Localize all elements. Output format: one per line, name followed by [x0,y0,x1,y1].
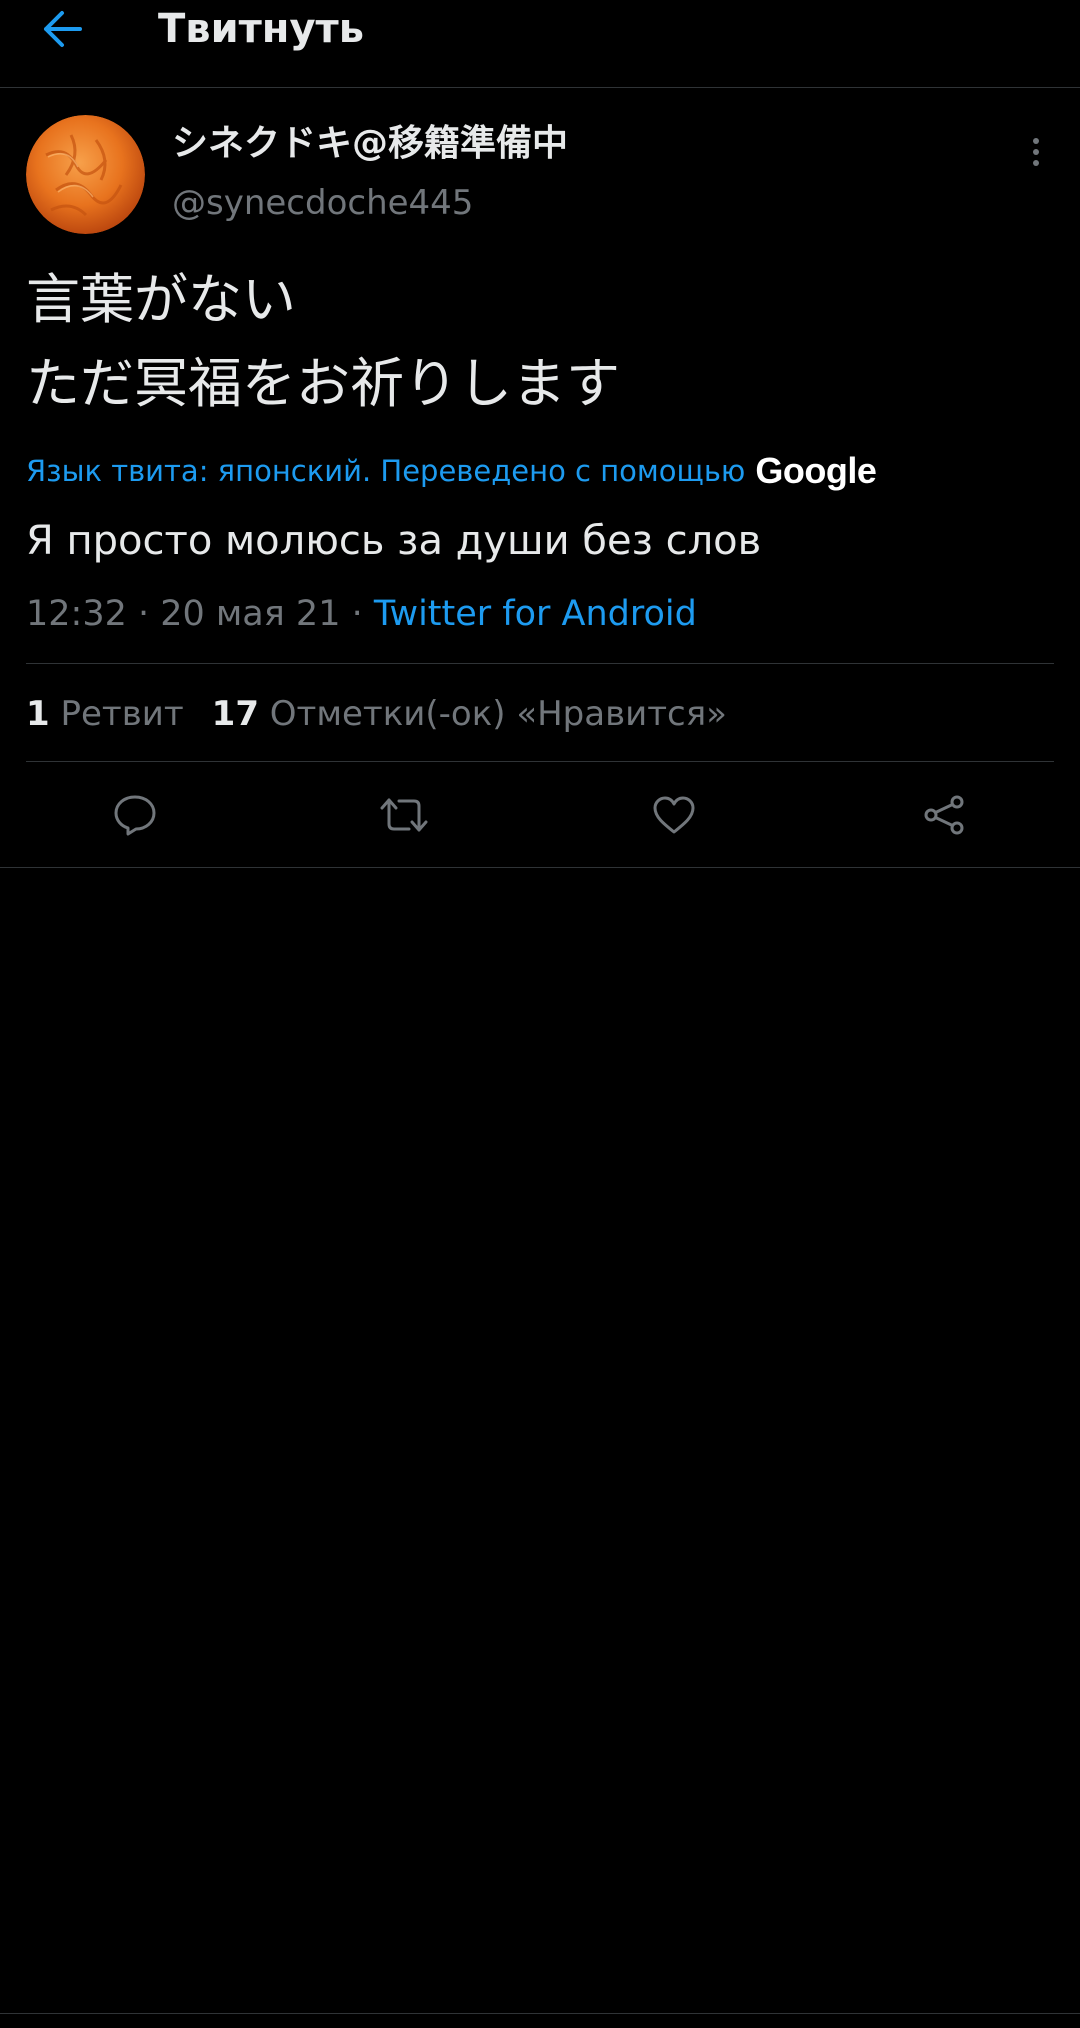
heart-icon [653,796,695,834]
arrow-left-icon [44,11,82,47]
retweet-icon [380,798,428,832]
retweet-stat[interactable]: 1 Ретвит [26,694,184,734]
retweet-label: Ретвит [60,694,184,734]
retweet-button[interactable] [374,788,434,842]
retweet-count: 1 [26,694,50,734]
back-button[interactable] [26,0,98,58]
divider [0,867,1080,868]
translation-label[interactable]: Язык твита: японский. Переведено с помощ… [26,454,745,488]
username[interactable]: @synecdoche445 [172,181,473,225]
tweet-timestamp: 12:32 · 20 мая 21 · [26,594,363,634]
bottom-divider [0,2013,1080,2014]
like-count: 17 [211,694,259,734]
share-icon [924,795,964,835]
tweet-source-link[interactable]: Twitter for Android [374,594,697,634]
top-app-bar: Твитнуть [0,0,1080,88]
google-logo: Google [755,450,877,491]
tweet-actions [0,788,1080,842]
engagement-stats: 1 Ретвит 17 Отметки(-ок) «Нравится» [26,690,727,738]
divider [26,761,1054,762]
avatar-image [26,115,145,234]
reply-button[interactable] [105,788,165,842]
more-options-button[interactable] [1010,126,1062,178]
translated-text: Я просто молюсь за души без слов [26,518,762,564]
avatar[interactable] [26,115,145,234]
like-button[interactable] [644,788,704,842]
reply-icon [114,795,156,836]
like-stat[interactable]: 17 Отметки(-ок) «Нравится» [212,694,727,734]
more-vertical-icon [1033,138,1039,166]
translation-notice[interactable]: Язык твита: японский. Переведено с помощ… [26,448,877,494]
divider [26,663,1054,664]
tweet-text: 言葉がない ただ冥福をお祈りします [26,268,620,415]
like-label: Отметки(-ок) «Нравится» [269,694,727,734]
page-title: Твитнуть [158,6,364,52]
display-name[interactable]: シネクドキ@移籍準備中 [172,121,568,167]
tweet-meta: 12:32 · 20 мая 21 · Twitter for Android [26,590,697,638]
share-button[interactable] [914,788,974,842]
